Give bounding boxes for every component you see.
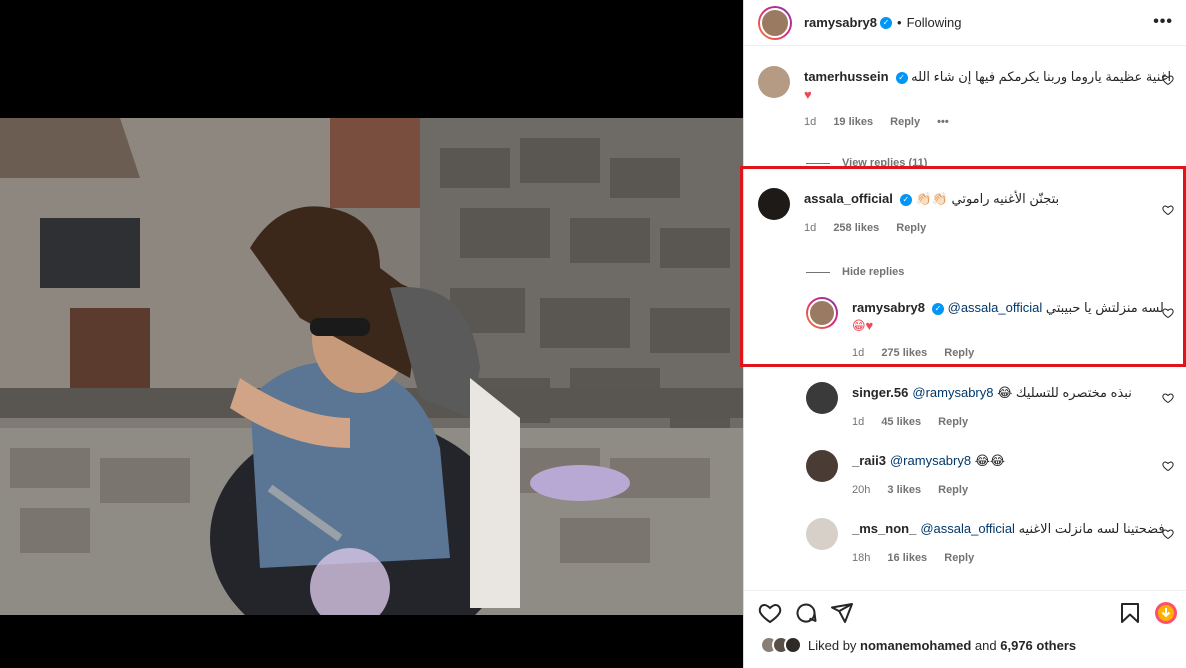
reply-item: _ms_non_ @assala_official فضحتينا لسه مان… [806,518,1178,564]
hide-replies-button[interactable]: Hide replies [806,266,904,278]
download-icon[interactable] [1154,601,1178,625]
comment-username[interactable]: _ms_non_ [852,521,916,536]
avatar[interactable] [806,297,838,329]
heart-icon[interactable] [1162,392,1174,404]
comments-panel: ramysabry8 ✓ • Following ••• tamerhussei… [743,0,1186,668]
bookmark-icon[interactable] [1118,601,1142,625]
comment-age: 1d [804,116,817,128]
heart-icon[interactable] [758,601,782,625]
liked-by-text: Liked by nomanemohamed and 6,976 others [808,638,1076,653]
heart-icon[interactable] [1162,528,1174,540]
avatar[interactable] [758,188,790,220]
verified-badge-icon: ✓ [899,193,912,206]
avatar[interactable] [806,518,838,550]
reply-button[interactable]: Reply [896,222,926,234]
post-photo[interactable] [0,118,743,615]
comment-text: لسه منزلتش يا حبيبتي [1045,300,1164,315]
comment-text: بتجنّن الأغنيه راموتي 👏🏻👏🏻 [915,191,1060,206]
comment-likes[interactable]: 16 likes [887,552,927,564]
reply-item: singer.56 @ramysabry8 نبذه مختصره للتسليك… [806,382,1178,428]
comment-item: tamerhussein ✓ اغنية عظيمة ياروما وربنا ي… [758,66,1178,128]
comment-username[interactable]: ramysabry8 [852,300,925,315]
more-icon[interactable]: ••• [1153,13,1173,31]
verified-badge-icon: ✓ [895,71,908,84]
view-replies-label: View replies (11) [842,157,928,169]
separator: • [897,15,902,30]
comment-likes[interactable]: 45 likes [881,416,921,428]
reply-button[interactable]: Reply [938,484,968,496]
comment-age: 1d [804,222,817,234]
action-bar [744,590,1186,630]
following-button[interactable]: Following [907,15,962,30]
media-panel [0,0,743,668]
verified-badge-icon: ✓ [932,302,944,315]
reply-button[interactable]: Reply [944,552,974,564]
comment-item: assala_official ✓ بتجنّن الأغنيه راموتي 👏… [758,188,1178,234]
reply-button[interactable]: Reply [944,347,974,359]
comment-text: فضحتينا لسه مانزلت الاغنيه [1018,521,1165,536]
heart-icon[interactable] [1162,307,1174,319]
reply-button[interactable]: Reply [938,416,968,428]
post-header: ramysabry8 ✓ • Following ••• [744,0,1186,46]
comment-text: 😂😂 [974,453,1006,468]
comment-likes[interactable]: 19 likes [833,116,873,128]
comment-age: 18h [852,552,871,564]
mention-link[interactable]: @ramysabry8 [912,385,993,400]
comment-username[interactable]: singer.56 [852,385,908,400]
reply-item: _raii3 @ramysabry8 😂😂 20h 3 likes Reply [806,450,1178,496]
comment-age: 1d [852,416,865,428]
reply-button[interactable]: Reply [890,116,920,128]
avatar[interactable] [806,450,838,482]
comment-emoji: ♥ [804,87,812,102]
comment-username[interactable]: tamerhussein [804,69,889,84]
comment-username[interactable]: _raii3 [852,453,886,468]
liked-by-user[interactable]: nomanemohamed [860,638,971,653]
comment-age: 20h [852,484,871,496]
comment-emoji: 😁♥ [852,318,874,333]
comment-username[interactable]: assala_official [804,191,893,206]
liked-by-prefix: Liked by [808,637,857,653]
author-avatar[interactable] [758,5,792,40]
avatar[interactable] [806,382,838,414]
hide-replies-label: Hide replies [842,266,905,278]
comment-likes[interactable]: 275 likes [881,347,927,359]
instagram-post-view: ramysabry8 ✓ • Following ••• tamerhussei… [0,0,1186,668]
liked-by-others[interactable]: 6,976 others [1000,638,1076,653]
mention-link[interactable]: @assala_official [948,300,1043,315]
share-icon[interactable] [830,601,854,625]
comment-likes[interactable]: 3 likes [887,484,921,496]
comment-more-icon[interactable]: ••• [937,116,949,128]
heart-icon[interactable] [1162,204,1174,216]
avatar[interactable] [758,66,790,98]
verified-badge-icon: ✓ [880,16,892,29]
comment-age: 1d [852,347,865,359]
comment-likes[interactable]: 258 likes [833,222,879,234]
avatar[interactable] [784,636,802,654]
liked-by-row: Liked by nomanemohamed and 6,976 others [760,636,1076,654]
mention-link[interactable]: @assala_official [920,521,1015,536]
heart-icon[interactable] [1162,74,1174,86]
comment-text: اغنية عظيمة ياروما وربنا يكرمكم فيها إن … [911,69,1172,84]
liked-by-and: and [974,637,997,653]
heart-icon[interactable] [1162,460,1174,472]
author-username[interactable]: ramysabry8 [804,15,877,30]
comment-icon[interactable] [794,601,818,625]
mention-link[interactable]: @ramysabry8 [890,453,971,468]
view-replies-button[interactable]: View replies (11) [806,157,927,169]
reply-item: ramysabry8 ✓ @assala_official لسه منزلتش … [806,297,1178,359]
comment-text: نبذه مختصره للتسليك 😂 [997,385,1132,400]
